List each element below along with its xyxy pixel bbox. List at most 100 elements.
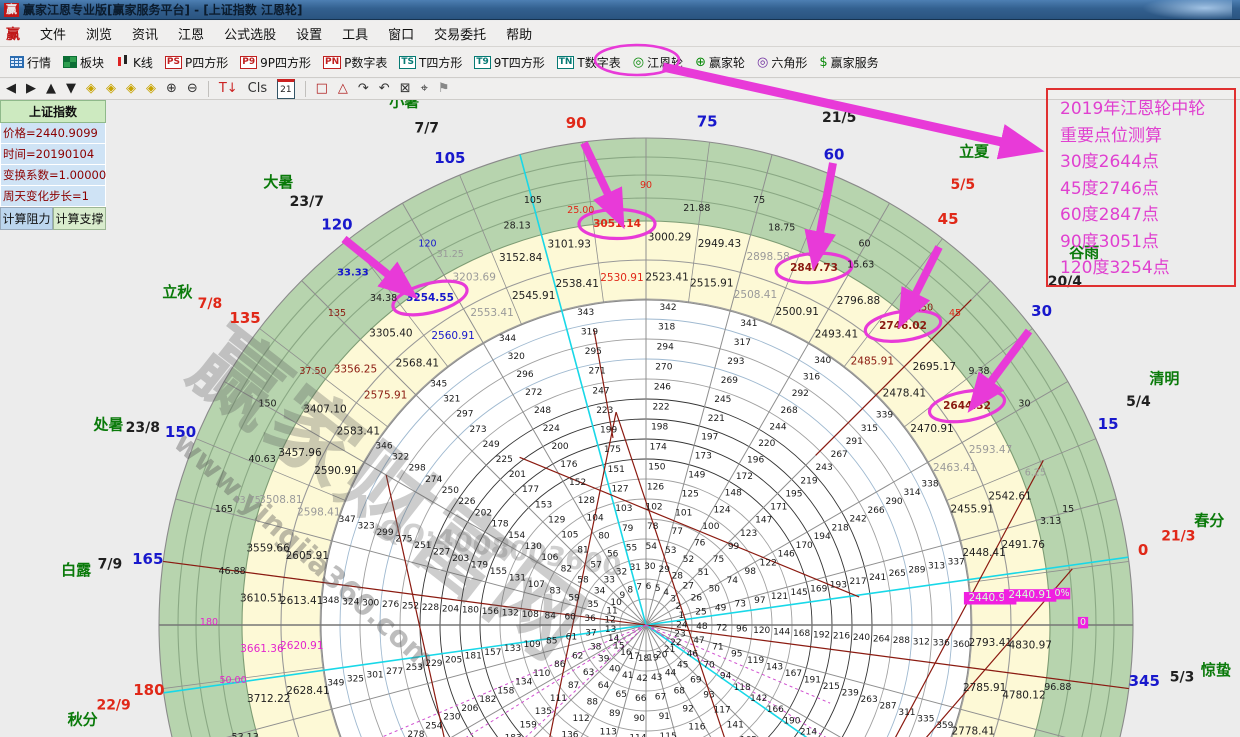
toolbar-item-quotes-grid[interactable]: 行情 xyxy=(4,52,57,73)
svg-text:243: 243 xyxy=(816,463,833,473)
toolbar-item-winner-wheel[interactable]: ⊕赢家轮 xyxy=(689,52,751,73)
calc-resistance-button[interactable]: 计算阻力 xyxy=(0,207,53,230)
menu-item-8[interactable]: 交易委托 xyxy=(424,21,496,46)
p-square-icon: PS xyxy=(165,56,182,69)
fit-icon[interactable]: ⊠ xyxy=(400,81,411,97)
svg-text:316: 316 xyxy=(803,373,820,383)
toolbar-item-sectors[interactable]: 板块 xyxy=(57,52,110,73)
shift-down-icon[interactable]: ◈ xyxy=(146,81,156,97)
svg-text:180: 180 xyxy=(462,606,479,616)
svg-text:2605.91: 2605.91 xyxy=(286,550,329,562)
svg-text:89: 89 xyxy=(609,709,621,719)
svg-text:224: 224 xyxy=(543,424,560,434)
toolbar-label: T四方形 xyxy=(419,54,462,71)
menu-item-5[interactable]: 设置 xyxy=(286,21,332,46)
svg-text:339: 339 xyxy=(876,411,893,421)
menu-item-7[interactable]: 窗口 xyxy=(378,21,424,46)
svg-text:335: 335 xyxy=(917,714,934,724)
svg-text:117: 117 xyxy=(714,706,731,716)
svg-text:43: 43 xyxy=(651,673,662,683)
toolbar-item-t-table[interactable]: TNT数字表 xyxy=(551,52,627,73)
svg-text:73: 73 xyxy=(735,600,746,610)
svg-text:53.13: 53.13 xyxy=(232,732,259,737)
svg-text:218: 218 xyxy=(832,523,849,533)
svg-text:103: 103 xyxy=(615,504,632,514)
svg-text:273: 273 xyxy=(469,425,486,435)
zoom-out-icon[interactable]: ⊖ xyxy=(187,81,198,97)
rotate-cw-icon[interactable]: ↷ xyxy=(358,81,369,97)
toolbar-item-9t-square[interactable]: T99T四方形 xyxy=(468,52,550,73)
svg-text:347: 347 xyxy=(339,515,356,525)
calc-support-button[interactable]: 计算支撑 xyxy=(53,207,106,230)
toolbar-item-kline[interactable]: K线 xyxy=(110,52,159,73)
svg-text:90: 90 xyxy=(634,714,646,724)
svg-text:169: 169 xyxy=(810,584,827,594)
toolbar-separator xyxy=(208,81,209,97)
svg-text:317: 317 xyxy=(734,338,751,348)
toolbar-item-t-square[interactable]: TST四方形 xyxy=(393,52,468,73)
svg-text:251: 251 xyxy=(414,541,431,551)
menu-item-4[interactable]: 公式选股 xyxy=(214,21,286,46)
menu-item-3[interactable]: 江恩 xyxy=(168,21,214,46)
svg-text:9.38: 9.38 xyxy=(968,366,989,377)
svg-text:95: 95 xyxy=(731,649,742,659)
svg-text:263: 263 xyxy=(861,695,878,705)
next-icon[interactable]: ▶ xyxy=(26,81,36,97)
svg-text:345: 345 xyxy=(430,380,447,390)
svg-text:2628.41: 2628.41 xyxy=(286,685,329,697)
shift-up-icon[interactable]: ◈ xyxy=(126,81,136,97)
toolbar-item-p-table[interactable]: PNP数字表 xyxy=(317,52,393,73)
square-tool-icon[interactable]: □ xyxy=(316,81,328,97)
menu-item-1[interactable]: 浏览 xyxy=(76,21,122,46)
svg-text:104: 104 xyxy=(587,514,604,524)
toolbar-item-p-square[interactable]: PSP四方形 xyxy=(159,52,234,73)
price-axis-icon[interactable]: T↓ xyxy=(219,81,238,97)
svg-text:227: 227 xyxy=(433,548,450,558)
svg-text:2695.17: 2695.17 xyxy=(913,361,956,373)
svg-text:7: 7 xyxy=(636,583,642,593)
toolbar-item-gann-wheel[interactable]: ◎江恩轮 xyxy=(627,52,689,73)
svg-text:45: 45 xyxy=(949,308,961,319)
svg-text:69: 69 xyxy=(690,675,702,685)
shift-right-icon[interactable]: ◈ xyxy=(106,81,116,97)
svg-text:336: 336 xyxy=(933,639,950,649)
menu-item-6[interactable]: 工具 xyxy=(332,21,378,46)
svg-text:3559.66: 3559.66 xyxy=(246,543,290,555)
triangle-tool-icon[interactable]: △ xyxy=(338,81,348,97)
svg-text:341: 341 xyxy=(740,319,757,329)
menu-item-9[interactable]: 帮助 xyxy=(496,21,542,46)
t-square-icon: TS xyxy=(399,56,416,69)
svg-text:315: 315 xyxy=(861,424,878,434)
zoom-in-icon[interactable]: ⊕ xyxy=(166,81,177,97)
calendar-icon[interactable]: 21 xyxy=(277,79,294,99)
menu-item-0[interactable]: 文件 xyxy=(30,21,76,46)
menu-item-2[interactable]: 资讯 xyxy=(122,21,168,46)
pin-icon[interactable]: ⚑ xyxy=(438,81,450,97)
svg-text:44: 44 xyxy=(665,668,677,678)
svg-text:0: 0 xyxy=(1080,617,1086,628)
toolbar-item-9p-square[interactable]: P99P四方形 xyxy=(234,52,317,73)
svg-text:272: 272 xyxy=(525,388,542,398)
svg-text:247: 247 xyxy=(592,386,609,396)
svg-text:127: 127 xyxy=(611,484,628,494)
svg-text:314: 314 xyxy=(903,488,920,498)
svg-text:白露: 白露 xyxy=(61,561,92,579)
annotation-line-1: 重要点位测算 xyxy=(1060,123,1230,150)
cls-button[interactable]: Cls xyxy=(248,81,267,97)
svg-text:21/3: 21/3 xyxy=(1161,529,1195,545)
svg-text:大暑: 大暑 xyxy=(263,173,293,191)
shift-left-icon[interactable]: ◈ xyxy=(86,81,96,97)
svg-text:4780.12: 4780.12 xyxy=(1002,689,1045,701)
toolbar-item-service[interactable]: $赢家服务 xyxy=(813,52,884,73)
svg-text:60: 60 xyxy=(824,146,845,164)
svg-text:2575.91: 2575.91 xyxy=(364,390,407,402)
rotate-left-icon[interactable]: ▲ xyxy=(46,81,56,97)
prev-icon[interactable]: ◀ xyxy=(6,81,16,97)
rotate-ccw-icon[interactable]: ↶ xyxy=(379,81,390,97)
svg-text:2644.32: 2644.32 xyxy=(943,400,991,412)
rotate-right-icon[interactable]: ▼ xyxy=(66,81,76,97)
svg-text:204: 204 xyxy=(442,604,459,614)
svg-text:74: 74 xyxy=(727,576,739,586)
toolbar-item-hexagon[interactable]: ◎六角形 xyxy=(751,52,813,73)
center-icon[interactable]: ⌖ xyxy=(421,81,428,97)
